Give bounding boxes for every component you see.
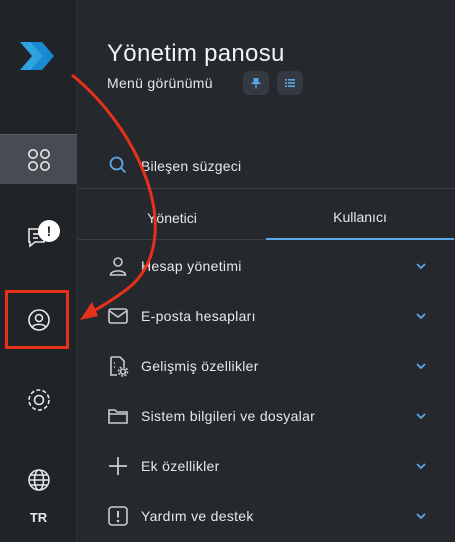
chevron-down-icon xyxy=(416,513,426,520)
notification-badge: ! xyxy=(38,220,60,242)
settings-icon xyxy=(27,389,50,411)
mail-icon xyxy=(108,308,128,324)
section-label: Ek özellikler xyxy=(141,458,220,474)
section-extra-features[interactable]: Ek özellikler xyxy=(78,441,455,491)
chevron-down-icon xyxy=(416,363,426,370)
person-icon xyxy=(109,257,127,276)
grid-icon xyxy=(27,148,50,171)
plus-icon xyxy=(109,457,127,475)
section-label: E-posta hesapları xyxy=(141,308,256,324)
language-code[interactable]: TR xyxy=(0,510,77,525)
section-help-support[interactable]: Yardım ve destek xyxy=(78,491,455,541)
pin-icon xyxy=(251,78,261,89)
menu-panel: Yönetim panosu Menü görünümü Bileşen süz… xyxy=(78,0,455,542)
tab-admin[interactable]: Yönetici xyxy=(78,196,266,240)
help-icon xyxy=(108,506,128,526)
tab-user[interactable]: Kullanıcı xyxy=(266,196,454,240)
rail-dashboard-button[interactable] xyxy=(0,134,77,184)
pin-view-button[interactable] xyxy=(243,71,269,95)
file-settings-icon xyxy=(110,356,129,377)
annotation-highlight-box xyxy=(5,290,69,349)
page-title: Yönetim panosu xyxy=(107,40,285,67)
section-label: Gelişmiş özellikler xyxy=(141,358,259,374)
chevron-down-icon xyxy=(416,413,426,420)
folder-icon xyxy=(108,409,128,424)
chevron-down-icon xyxy=(416,263,426,270)
section-label: Yardım ve destek xyxy=(141,508,254,524)
app-logo-icon[interactable] xyxy=(17,36,55,76)
globe-icon xyxy=(27,469,50,491)
section-advanced-features[interactable]: Gelişmiş özellikler xyxy=(78,341,455,391)
component-filter[interactable]: Bileşen süzgeci xyxy=(78,146,455,189)
rail-language-button[interactable] xyxy=(0,455,77,505)
role-tabs: Yönetici Kullanıcı xyxy=(78,196,455,240)
section-label: Sistem bilgileri ve dosyalar xyxy=(141,408,316,424)
rail-messages-button[interactable]: ! xyxy=(0,212,77,262)
left-rail: ! TR xyxy=(0,0,77,542)
section-email-accounts[interactable]: E-posta hesapları xyxy=(78,291,455,341)
component-filter-label: Bileşen süzgeci xyxy=(141,158,242,174)
list-view-button[interactable] xyxy=(277,71,303,95)
chevron-down-icon xyxy=(416,313,426,320)
page-subtitle: Menü görünümü xyxy=(107,75,213,91)
search-icon xyxy=(109,156,127,174)
list-icon xyxy=(285,79,295,87)
section-account-management[interactable]: Hesap yönetimi xyxy=(78,241,455,291)
chevron-down-icon xyxy=(416,463,426,470)
section-label: Hesap yönetimi xyxy=(141,258,242,274)
rail-settings-button[interactable] xyxy=(0,375,77,425)
section-system-info-files[interactable]: Sistem bilgileri ve dosyalar xyxy=(78,391,455,441)
